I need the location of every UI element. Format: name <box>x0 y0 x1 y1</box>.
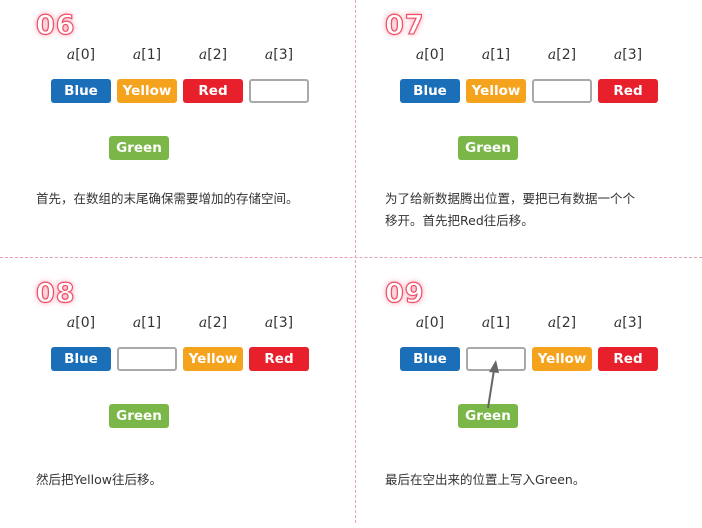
index-label: a[2] <box>183 47 243 63</box>
index-subscript: [1] <box>141 47 162 63</box>
index-subscript: [0] <box>75 315 96 331</box>
index-subscript: [2] <box>207 47 228 63</box>
step-caption: 最后在空出来的位置上写入Green。 <box>385 469 585 491</box>
step-caption: 为了给新数据腾出位置，要把已有数据一个个 移开。首先把Red往后移。 <box>385 188 635 232</box>
index-var: a <box>415 47 425 63</box>
index-subscript: [3] <box>273 47 294 63</box>
new-element-cell: Green <box>109 136 169 160</box>
array-cell: Red <box>598 79 658 103</box>
index-var: a <box>66 315 76 331</box>
array-cell-empty <box>117 347 177 371</box>
index-var: a <box>264 315 274 331</box>
step-number: 08 <box>35 277 76 309</box>
index-label: a[0] <box>51 47 111 63</box>
index-subscript: [0] <box>75 47 96 63</box>
array-cell: Red <box>183 79 243 103</box>
index-var: a <box>66 47 76 63</box>
step-panel: 06 a[0] a[1] a[2] a[3] Blue Yellow Red Green 首先，在… <box>35 9 376 260</box>
array-cell: Yellow <box>117 79 177 103</box>
step-panel: 07 a[0] a[1] a[2] a[3] Blue Yellow Red Green 为了给新… <box>384 9 702 260</box>
step-panel: 08 a[0] a[1] a[2] a[3] Blue Yellow Red Green 然后把Y… <box>35 277 376 528</box>
index-subscript: [1] <box>490 47 511 63</box>
new-element-cell: Green <box>109 404 169 428</box>
index-label: a[1] <box>466 47 526 63</box>
index-var: a <box>132 47 142 63</box>
index-var: a <box>132 315 142 331</box>
index-label: a[1] <box>117 47 177 63</box>
index-var: a <box>613 47 623 63</box>
array-cell-empty <box>249 79 309 103</box>
array-cell: Red <box>249 347 309 371</box>
index-subscript: [1] <box>141 315 162 331</box>
index-subscript: [3] <box>622 47 643 63</box>
index-subscript: [2] <box>207 315 228 331</box>
array-cell: Blue <box>51 347 111 371</box>
index-label: a[0] <box>400 47 460 63</box>
index-subscript: [2] <box>556 47 577 63</box>
caption-line: 首先，在数组的末尾确保需要增加的存储空间。 <box>36 191 299 206</box>
index-label: a[0] <box>51 315 111 331</box>
index-label: a[2] <box>532 47 592 63</box>
step-caption: 然后把Yellow往后移。 <box>36 469 162 491</box>
index-label: a[1] <box>117 315 177 331</box>
step-number: 06 <box>35 9 76 41</box>
array-cell: Yellow <box>183 347 243 371</box>
index-label: a[2] <box>183 315 243 331</box>
array-cell: Yellow <box>466 79 526 103</box>
index-label: a[3] <box>249 315 309 331</box>
new-element-cell: Green <box>458 136 518 160</box>
index-subscript: [0] <box>424 47 445 63</box>
index-var: a <box>547 47 557 63</box>
index-subscript: [3] <box>273 315 294 331</box>
step-panel: 09 a[0] a[1] a[2] a[3] Blue Yellow Red Green 最后在空… <box>384 277 702 528</box>
step-number: 07 <box>384 9 425 41</box>
caption-line: 然后把Yellow往后移。 <box>36 472 162 487</box>
array-cell: Blue <box>400 79 460 103</box>
index-var: a <box>198 315 208 331</box>
caption-line: 移开。首先把Red往后移。 <box>385 213 534 228</box>
caption-line: 为了给新数据腾出位置，要把已有数据一个个 <box>385 191 636 206</box>
index-label: a[3] <box>598 47 658 63</box>
array-cell-empty <box>532 79 592 103</box>
index-var: a <box>481 47 491 63</box>
index-var: a <box>264 47 274 63</box>
step-caption: 首先，在数组的末尾确保需要增加的存储空间。 <box>36 188 299 210</box>
index-label: a[3] <box>249 47 309 63</box>
array-cell: Blue <box>51 79 111 103</box>
index-var: a <box>198 47 208 63</box>
caption-line: 最后在空出来的位置上写入Green。 <box>385 472 586 487</box>
